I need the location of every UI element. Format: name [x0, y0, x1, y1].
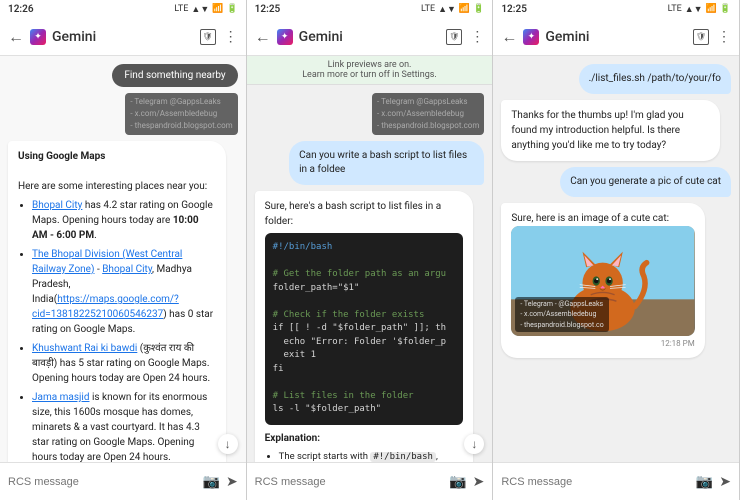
assistant-msg-3-1: Thanks for the thumbs up! I'm glad you f… — [501, 100, 719, 161]
status-bar-3: 12:25 LTE ▲▼ 📶 🔋 — [493, 0, 739, 18]
assistant-msg-3-2: Sure, here is an image of a cute cat: — [501, 203, 704, 358]
info-banner-2: Link previews are on.Learn more or turn … — [247, 56, 493, 85]
panel-center: 12:25 LTE ▲▼ 📶 🔋 ← ✦ Gemini 🛡 ⋮ Link pre… — [247, 0, 494, 500]
network-icon-3: LTE — [668, 4, 682, 14]
shield-icon-3[interactable]: 🛡 — [693, 29, 709, 45]
back-button-1[interactable]: ← — [8, 27, 24, 47]
camera-btn-3[interactable]: 📷 — [696, 474, 713, 490]
status-icons-1: LTE ▲▼ 📶 🔋 — [174, 4, 237, 15]
app-bar-icons-1: 🛡 ⋮ — [200, 29, 238, 45]
gemini-logo-1: ✦ — [30, 29, 46, 45]
status-icons-2: LTE ▲▼ 📶 🔋 — [421, 4, 484, 15]
watermark-line-3: - thespandroid.blogspot.co — [520, 320, 603, 331]
assistant-intro-2: Sure, here's a bash script to list files… — [265, 201, 441, 227]
wifi-icon-1: 📶 — [212, 4, 223, 14]
assistant-msg-1: Using Google Maps Here are some interest… — [8, 141, 226, 462]
place-link-1[interactable]: Bhopal City — [32, 200, 82, 211]
app-bar-3: ← ✦ Gemini 🛡 ⋮ — [493, 18, 739, 56]
back-button-3[interactable]: ← — [501, 27, 517, 47]
place-item-3: Khushwant Rai ki bawdi (कुश्वंत राय की ब… — [32, 341, 216, 386]
msg-heading-1: Using Google Maps — [18, 151, 105, 162]
app-bar-2: ← ✦ Gemini 🛡 ⋮ — [247, 18, 493, 56]
cat-intro-text: Sure, here is an image of a cute cat: — [511, 213, 669, 224]
battery-icon-2: 🔋 — [473, 4, 484, 14]
signal-icon-3: ▲▼ — [685, 4, 703, 15]
place-item-1: Bhopal City has 4.2 star rating on Googl… — [32, 198, 216, 243]
place-item-2: The Bhopal Division (West Central Railwa… — [32, 247, 216, 337]
send-btn-2[interactable]: ➤ — [473, 474, 485, 490]
explanation-2: Explanation: The script starts with #!/b… — [265, 431, 463, 463]
more-options-2[interactable]: ⋮ — [470, 29, 484, 45]
time-2: 12:25 — [255, 4, 281, 15]
scroll-down-1[interactable]: ↓ — [218, 434, 238, 454]
wifi-icon-3: 📶 — [706, 4, 717, 14]
app-title-1: Gemini — [52, 29, 194, 45]
timestamp-3: 12:18 PM — [511, 338, 694, 350]
input-bar-3: 📷 ➤ — [493, 462, 739, 500]
app-title-3: Gemini — [545, 29, 687, 45]
status-icons-3: LTE ▲▼ 📶 🔋 — [668, 4, 731, 15]
explanation-title-2: Explanation: — [265, 431, 463, 446]
cat-image: - Telegram - @GappsLeaks - x.com/Assembl… — [511, 226, 694, 336]
signal-icon-2: ▲▼ — [438, 4, 456, 15]
gemini-logo-2: ✦ — [277, 29, 293, 45]
user-msg-3-1: ./list_files.sh /path/to/your/fo — [579, 64, 731, 94]
explain-item-2-1: The script starts with #!/bin/bash, whic… — [279, 450, 463, 463]
watermark-1: - Telegram @GappsLeaks- x.com/Assemblede… — [125, 93, 237, 135]
input-bar-2: 📷 ➤ — [247, 462, 493, 500]
user-msg-3-2: Can you generate a pic of cute cat — [560, 167, 731, 197]
camera-btn-2[interactable]: 📷 — [449, 474, 466, 490]
place-item-4: Jama masjid is known for its enormous si… — [32, 390, 216, 462]
image-watermark: - Telegram - @GappsLeaks - x.com/Assembl… — [515, 297, 608, 333]
watermark-line-1: - Telegram - @GappsLeaks — [520, 299, 603, 310]
input-bar-1: 📷 ➤ — [0, 462, 246, 500]
send-btn-1[interactable]: ➤ — [226, 474, 238, 490]
network-icon-1: LTE — [174, 4, 188, 14]
place-link-4[interactable]: Jama masjid — [32, 392, 89, 403]
gemini-logo-3: ✦ — [523, 29, 539, 45]
message-input-2[interactable] — [255, 476, 444, 488]
app-title-2: Gemini — [299, 29, 441, 45]
wifi-icon-2: 📶 — [459, 4, 470, 14]
time-1: 12:26 — [8, 4, 34, 15]
status-bar-1: 12:26 LTE ▲▼ 📶 🔋 — [0, 0, 246, 18]
panel-right: 12:25 LTE ▲▼ 📶 🔋 ← ✦ Gemini 🛡 ⋮ ./list_f… — [493, 0, 740, 500]
battery-icon-3: 🔋 — [720, 4, 731, 14]
watermark-line-2: - x.com/Assembledebug — [520, 309, 603, 320]
info-text-2: Link previews are on.Learn more or turn … — [302, 60, 437, 80]
assistant-msg-2-1: Sure, here's a bash script to list files… — [255, 191, 473, 462]
signal-icon-1: ▲▼ — [191, 4, 209, 15]
panel-left: 12:26 LTE ▲▼ 📶 🔋 ← ✦ Gemini 🛡 ⋮ Find som… — [0, 0, 247, 500]
camera-btn-1[interactable]: 📷 — [203, 474, 220, 490]
app-bar-icons-2: 🛡 ⋮ — [446, 29, 484, 45]
place-link-2b[interactable]: Bhopal City — [102, 264, 152, 275]
network-icon-2: LTE — [421, 4, 435, 14]
suggestion-bubble-1[interactable]: Find something nearby — [112, 64, 237, 87]
place-link-2c[interactable]: https://maps.google.com/?cid=13818225210… — [32, 294, 179, 320]
app-bar-icons-3: 🛡 ⋮ — [693, 29, 731, 45]
user-msg-2-1: Can you write a bash script to list file… — [289, 141, 484, 185]
place-link-3[interactable]: Khushwant Rai ki bawdi — [32, 343, 137, 354]
send-btn-3[interactable]: ➤ — [719, 474, 731, 490]
chat-area-3: ./list_files.sh /path/to/your/fo Thanks … — [493, 56, 739, 462]
shield-icon-1[interactable]: 🛡 — [200, 29, 216, 45]
more-options-3[interactable]: ⋮ — [717, 29, 731, 45]
chat-area-2: - Telegram @GappsLeaks- x.com/Assemblede… — [247, 85, 493, 462]
chat-area-1: Find something nearby - Telegram @GappsL… — [0, 56, 246, 462]
msg-intro-1: Here are some interesting places near yo… — [18, 181, 207, 192]
code-block-2: #!/bin/bash # Get the folder path as an … — [265, 233, 463, 425]
shield-icon-2[interactable]: 🛡 — [446, 29, 462, 45]
battery-icon-1: 🔋 — [226, 4, 237, 14]
status-bar-2: 12:25 LTE ▲▼ 📶 🔋 — [247, 0, 493, 18]
time-3: 12:25 — [501, 4, 527, 15]
watermark-2: - Telegram @GappsLeaks- x.com/Assemblede… — [372, 93, 484, 135]
back-button-2[interactable]: ← — [255, 27, 271, 47]
message-input-1[interactable] — [8, 476, 197, 488]
message-input-3[interactable] — [501, 476, 690, 488]
more-options-1[interactable]: ⋮ — [224, 29, 238, 45]
app-bar-1: ← ✦ Gemini 🛡 ⋮ — [0, 18, 246, 56]
